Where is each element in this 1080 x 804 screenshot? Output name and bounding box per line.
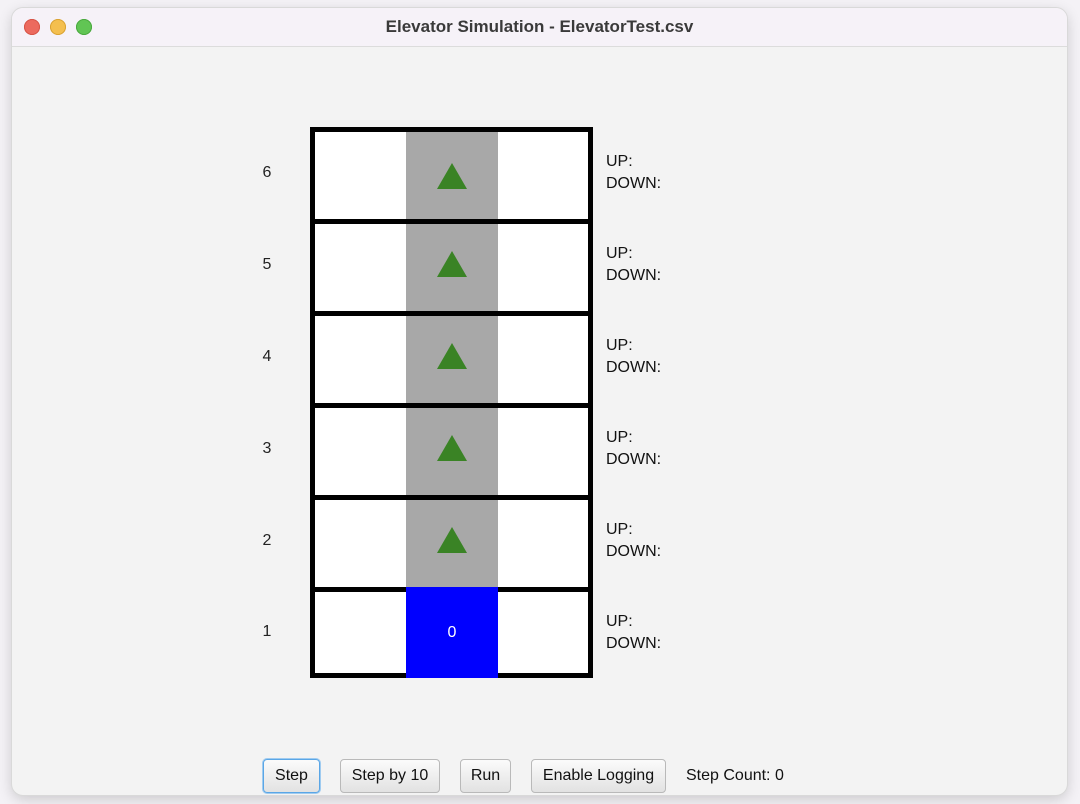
floor-divider bbox=[315, 403, 588, 408]
step-by-10-button[interactable]: Step by 10 bbox=[340, 759, 440, 793]
enable-logging-button[interactable]: Enable Logging bbox=[531, 759, 666, 793]
floor-number-1: 1 bbox=[262, 623, 272, 640]
run-button[interactable]: Run bbox=[460, 759, 511, 793]
up-calls-label: UP: bbox=[606, 613, 633, 630]
floor-divider bbox=[315, 495, 588, 500]
up-calls-label: UP: bbox=[606, 521, 633, 538]
floor-number-3: 3 bbox=[262, 440, 272, 457]
building-grid: 0 bbox=[310, 127, 593, 678]
floor-calls-3: UP: DOWN: bbox=[606, 427, 661, 471]
floor-calls-5: UP: DOWN: bbox=[606, 243, 661, 287]
floor-number-5: 5 bbox=[262, 256, 272, 273]
elevator-car: 0 bbox=[406, 587, 498, 678]
app-window: Elevator Simulation - ElevatorTest.csv 6… bbox=[12, 8, 1067, 795]
floor-number-6: 6 bbox=[262, 164, 272, 181]
up-arrow-icon bbox=[437, 343, 467, 369]
floor-calls-6: UP: DOWN: bbox=[606, 151, 661, 195]
floor-divider bbox=[315, 311, 588, 316]
floor-calls-2: UP: DOWN: bbox=[606, 519, 661, 563]
floor-number-2: 2 bbox=[262, 532, 272, 549]
up-calls-label: UP: bbox=[606, 429, 633, 446]
passenger-count: 0 bbox=[447, 624, 457, 641]
down-calls-label: DOWN: bbox=[606, 635, 662, 652]
up-arrow-icon bbox=[437, 527, 467, 553]
title-bar: Elevator Simulation - ElevatorTest.csv bbox=[12, 8, 1067, 47]
floor-divider bbox=[315, 219, 588, 224]
down-calls-label: DOWN: bbox=[606, 451, 662, 468]
down-calls-label: DOWN: bbox=[606, 267, 662, 284]
step-button[interactable]: Step bbox=[263, 759, 320, 793]
window-title: Elevator Simulation - ElevatorTest.csv bbox=[385, 17, 694, 36]
up-arrow-icon bbox=[437, 163, 467, 189]
up-calls-label: UP: bbox=[606, 153, 633, 170]
floor-number-4: 4 bbox=[262, 348, 272, 365]
up-arrow-icon bbox=[437, 251, 467, 277]
down-calls-label: DOWN: bbox=[606, 175, 662, 192]
up-calls-label: UP: bbox=[606, 337, 633, 354]
step-count-label: Step Count: 0 bbox=[686, 767, 784, 784]
up-arrow-icon bbox=[437, 435, 467, 461]
down-calls-label: DOWN: bbox=[606, 543, 662, 560]
floor-calls-1: UP: DOWN: bbox=[606, 611, 661, 655]
floor-calls-4: UP: DOWN: bbox=[606, 335, 661, 379]
down-calls-label: DOWN: bbox=[606, 359, 662, 376]
up-calls-label: UP: bbox=[606, 245, 633, 262]
